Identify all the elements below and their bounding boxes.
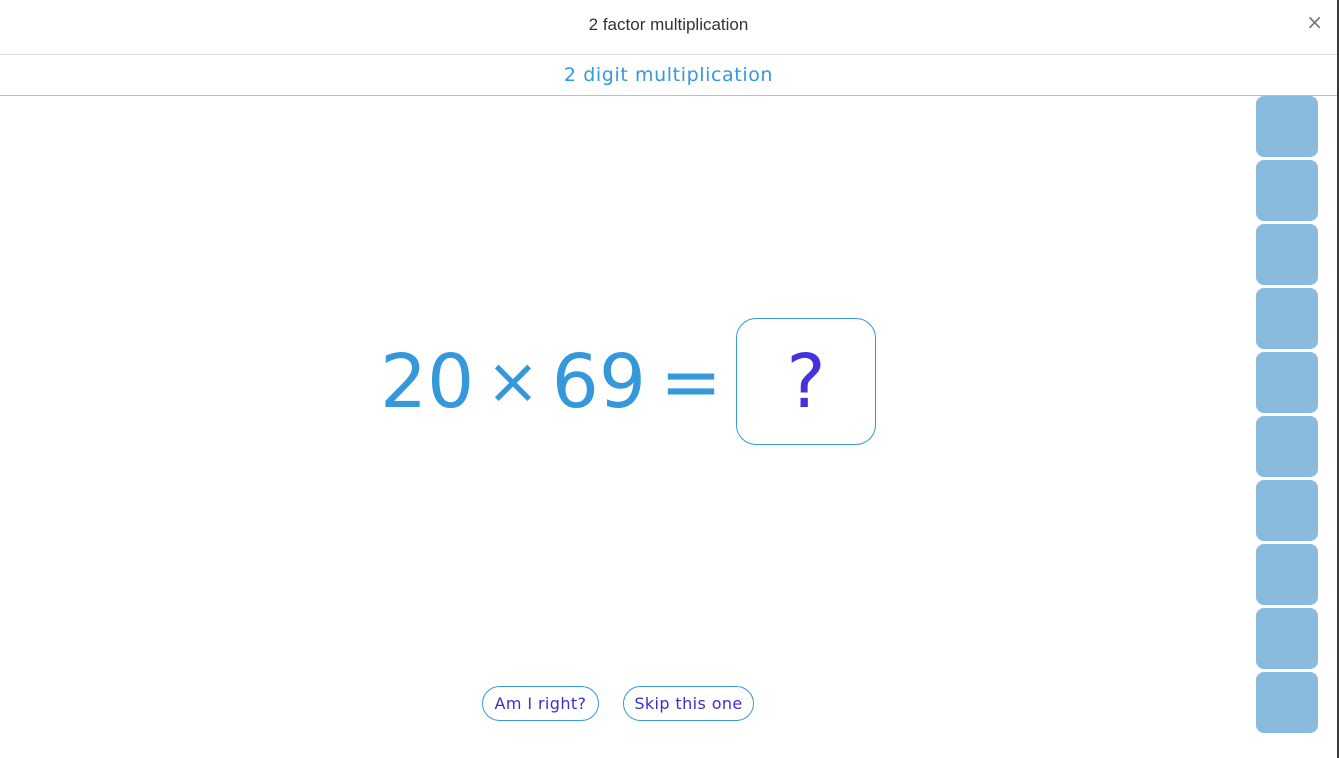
progress-tile [1256, 480, 1318, 541]
progress-tile [1256, 672, 1318, 733]
title-bar: 2 factor multiplication × [0, 0, 1337, 55]
multiply-sign: × [486, 344, 540, 419]
factor-b: 69 [551, 338, 646, 425]
exercise-title: 2 digit multiplication [563, 64, 774, 86]
progress-tile [1256, 224, 1318, 285]
equals-sign: = [659, 338, 722, 425]
check-answer-button[interactable]: Am I right? [482, 686, 599, 721]
progress-tile [1256, 288, 1318, 349]
math-problem: 20 × 69 = ? [380, 317, 876, 446]
progress-tile [1256, 160, 1318, 221]
progress-tile [1256, 96, 1318, 157]
progress-tile [1256, 608, 1318, 669]
window-title: 2 factor multiplication [588, 15, 749, 34]
factor-a: 20 [380, 338, 475, 425]
answer-input[interactable]: ? [735, 318, 876, 445]
subtitle-bar: 2 digit multiplication [0, 55, 1337, 96]
close-icon[interactable]: × [1306, 11, 1323, 33]
skip-button[interactable]: Skip this one [623, 686, 754, 721]
progress-tile [1256, 352, 1318, 413]
progress-tile [1256, 416, 1318, 477]
progress-tiles [1256, 96, 1318, 736]
answer-placeholder: ? [786, 338, 826, 425]
progress-tile [1256, 544, 1318, 605]
